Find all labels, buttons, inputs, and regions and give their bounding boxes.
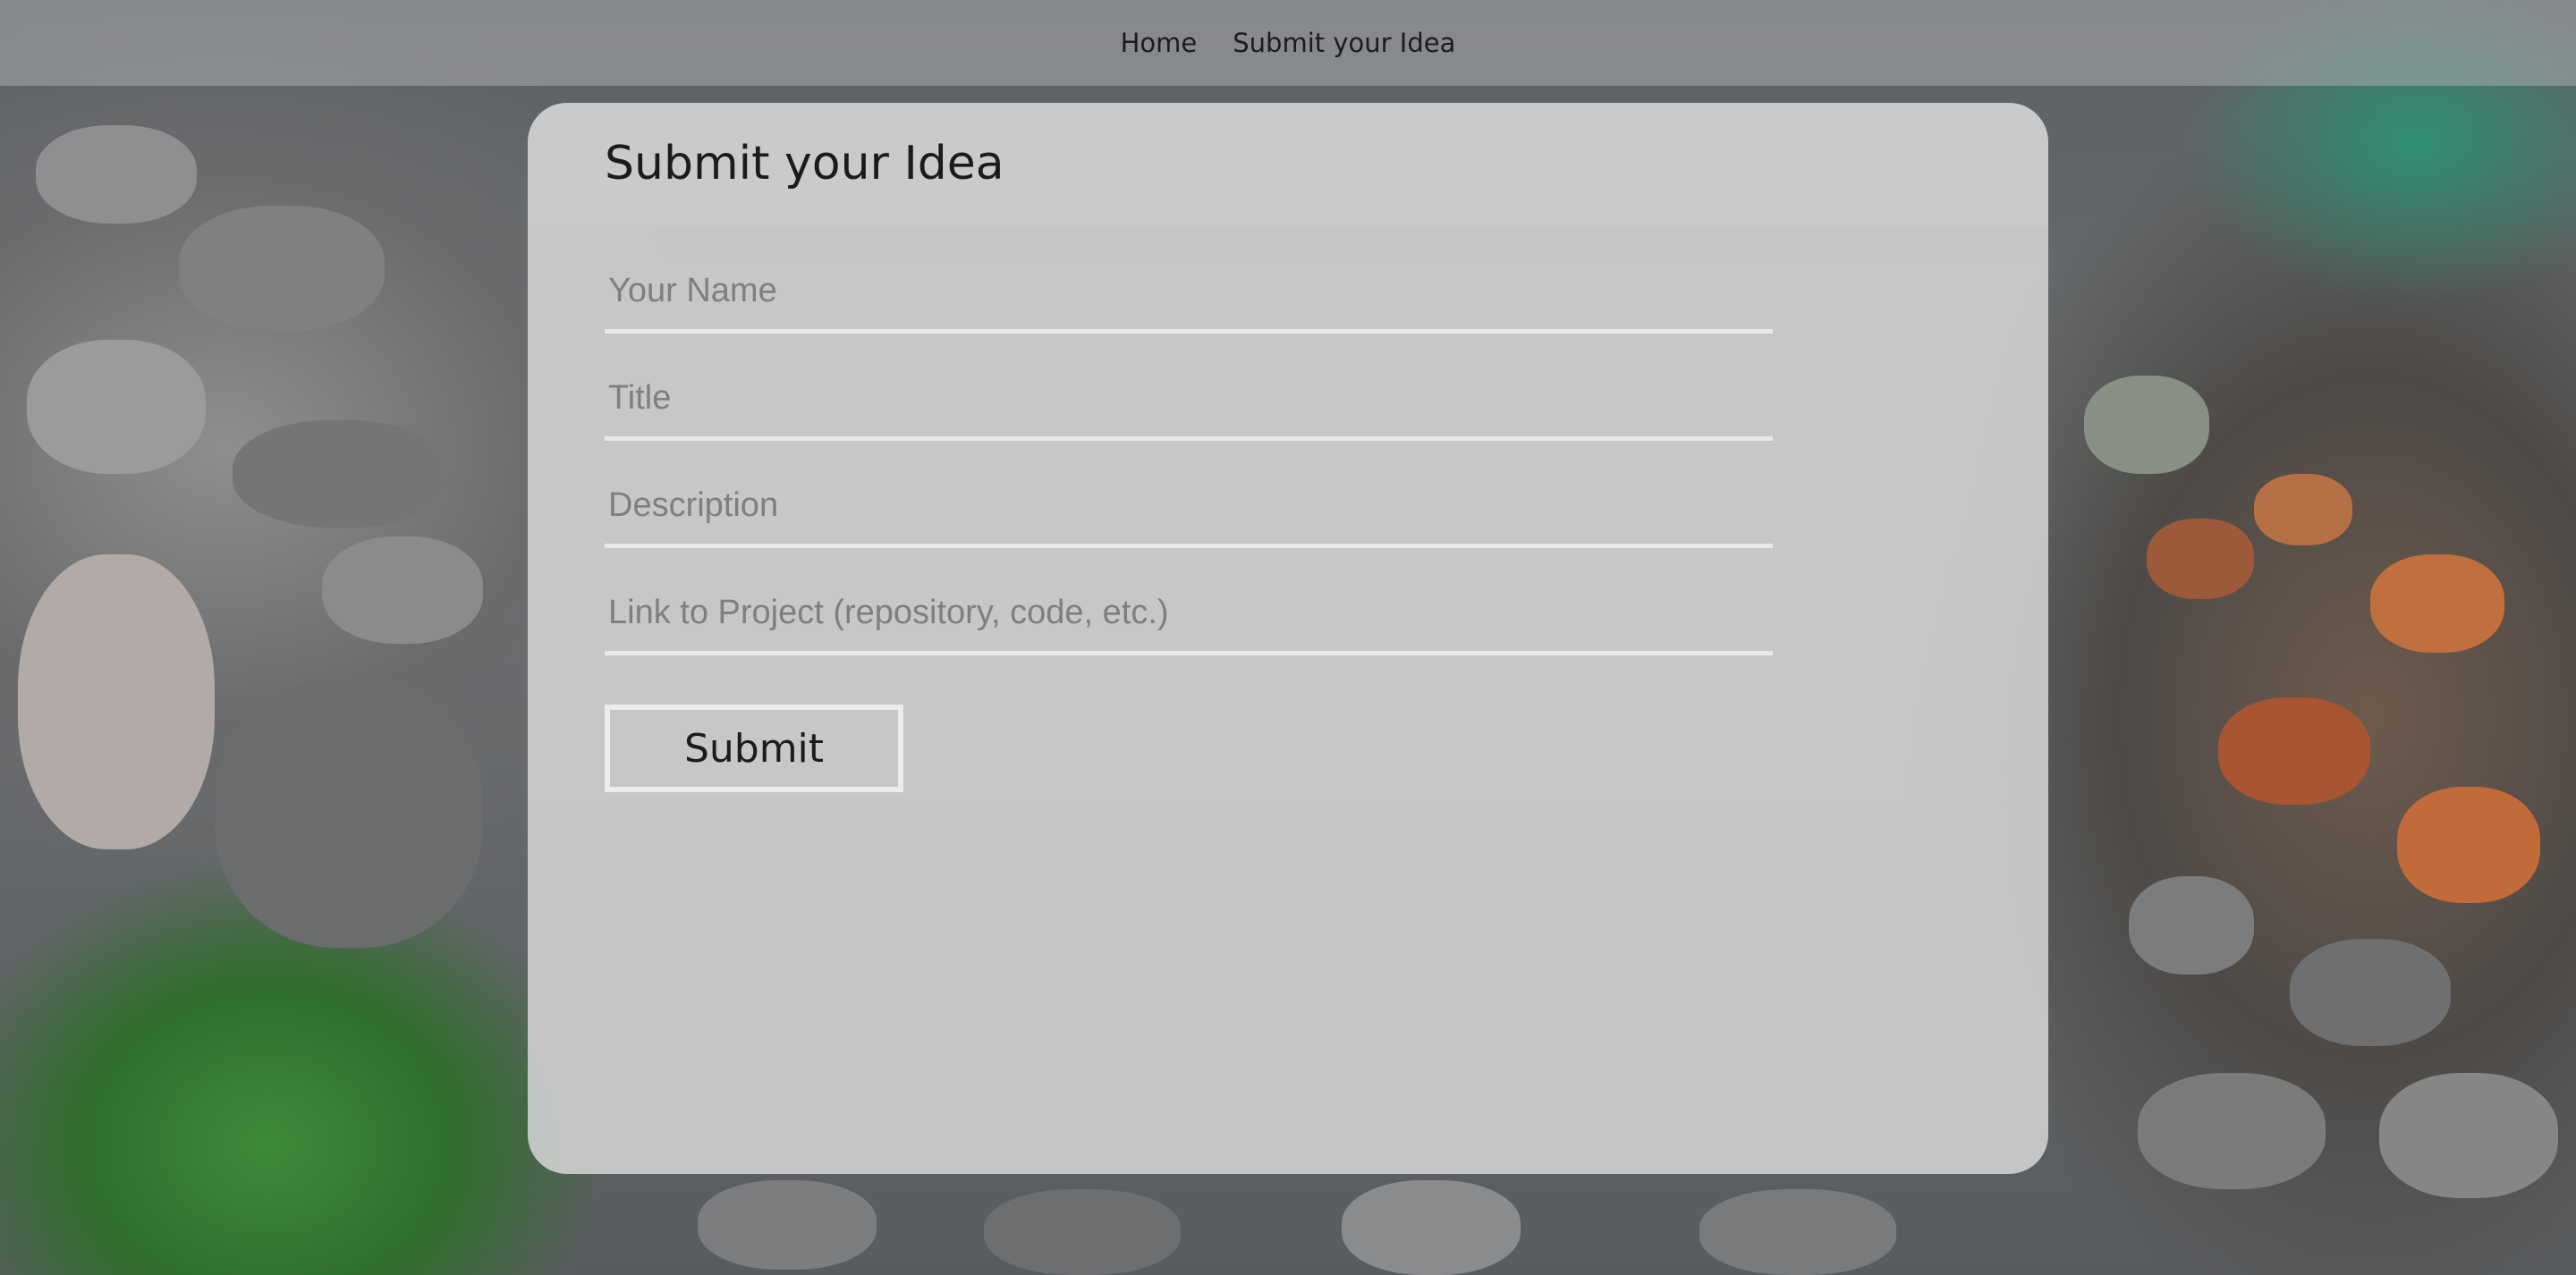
card-header: Submit your Idea (528, 103, 2048, 226)
submit-button[interactable]: Submit (605, 705, 903, 792)
submit-idea-card: Submit your Idea Submit (528, 103, 2048, 1174)
nav-link-home[interactable]: Home (1121, 28, 1198, 58)
name-input[interactable] (605, 253, 1773, 334)
page-title: Submit your Idea (605, 137, 1004, 190)
description-input[interactable] (605, 468, 1773, 548)
submit-idea-form: Submit (528, 226, 2048, 792)
top-navbar: Home Submit your Idea (0, 0, 2576, 86)
nav-link-submit-idea[interactable]: Submit your Idea (1233, 28, 1455, 58)
title-input[interactable] (605, 360, 1773, 441)
project-link-input[interactable] (605, 575, 1773, 655)
